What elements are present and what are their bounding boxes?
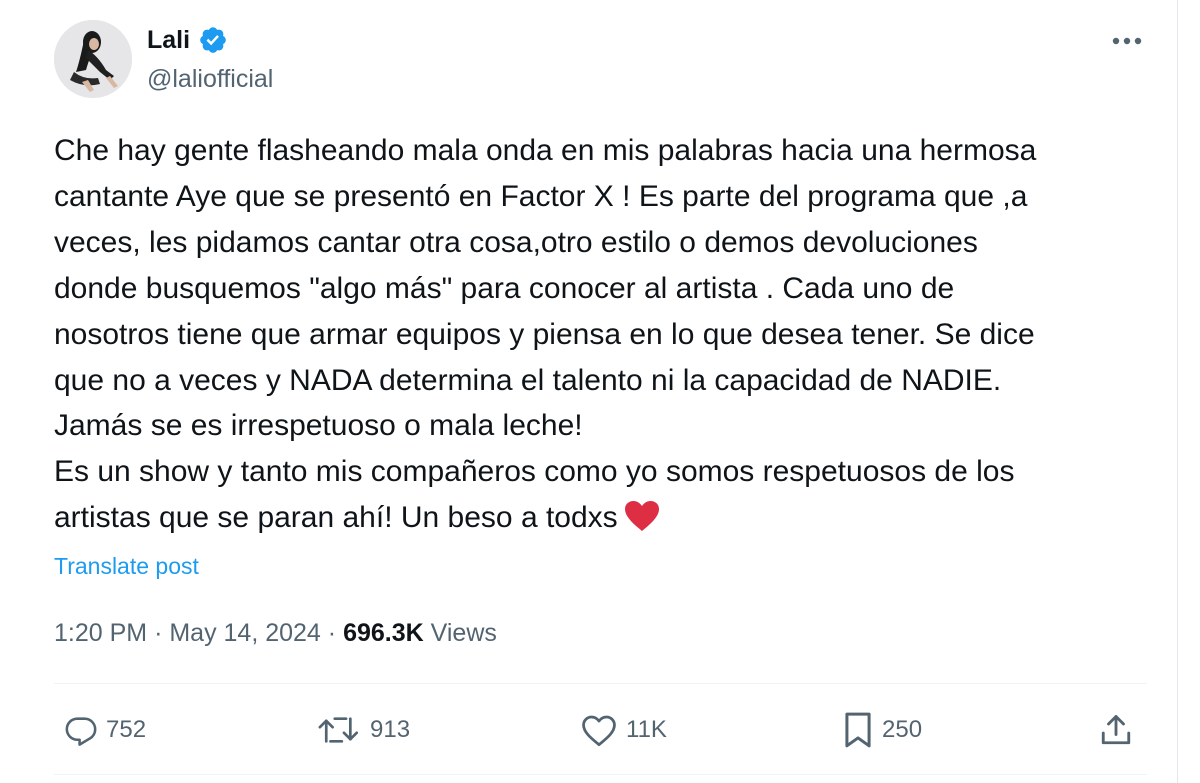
window-edge (1177, 0, 1200, 783)
views-count[interactable]: 696.3K (343, 619, 424, 647)
post-time[interactable]: 1:20 PM (54, 619, 147, 647)
repost-button[interactable]: 913 (316, 700, 410, 760)
author-handle[interactable]: @laliofficial (147, 63, 273, 95)
divider (54, 683, 1147, 684)
bookmark-icon (845, 712, 871, 748)
meta-separator: · (327, 619, 337, 647)
reply-button[interactable]: 752 (64, 700, 146, 760)
more-options-button[interactable] (1104, 28, 1150, 54)
repost-icon (318, 717, 359, 743)
bookmark-count: 250 (882, 716, 923, 743)
verified-badge-icon (198, 25, 228, 55)
avatar-photo (54, 20, 132, 98)
author-name-row: Lali (147, 24, 228, 56)
post-metadata: 1:20 PM · May 14, 2024 · 696.3K Views (54, 616, 497, 650)
post-text: Che hay gente flasheando mala onda en mi… (54, 128, 1164, 546)
meta-separator: · (154, 619, 163, 647)
reply-icon (65, 717, 97, 746)
avatar[interactable] (54, 20, 132, 98)
like-button[interactable]: 11K (580, 700, 667, 760)
display-name[interactable]: Lali (147, 24, 190, 56)
share-button[interactable] (1098, 700, 1134, 760)
post-text-content: Che hay gente flasheando mala onda en mi… (54, 134, 1037, 535)
more-dots-icon (1112, 37, 1142, 45)
action-bar: 752 913 11K 250 (54, 700, 1147, 760)
like-heart-icon (582, 715, 616, 747)
share-icon (1101, 715, 1131, 745)
reply-count: 752 (106, 716, 147, 743)
tweet-card: Lali @laliofficial Che hay gente flashea… (0, 0, 1177, 783)
views-label: Views (430, 619, 497, 647)
divider (54, 774, 1147, 775)
red-heart-icon (624, 500, 660, 546)
translate-post-link[interactable]: Translate post (54, 551, 199, 581)
repost-count: 913 (370, 716, 411, 743)
like-count: 11K (626, 716, 667, 743)
post-date[interactable]: May 14, 2024 (169, 619, 321, 647)
bookmark-button[interactable]: 250 (842, 700, 922, 760)
